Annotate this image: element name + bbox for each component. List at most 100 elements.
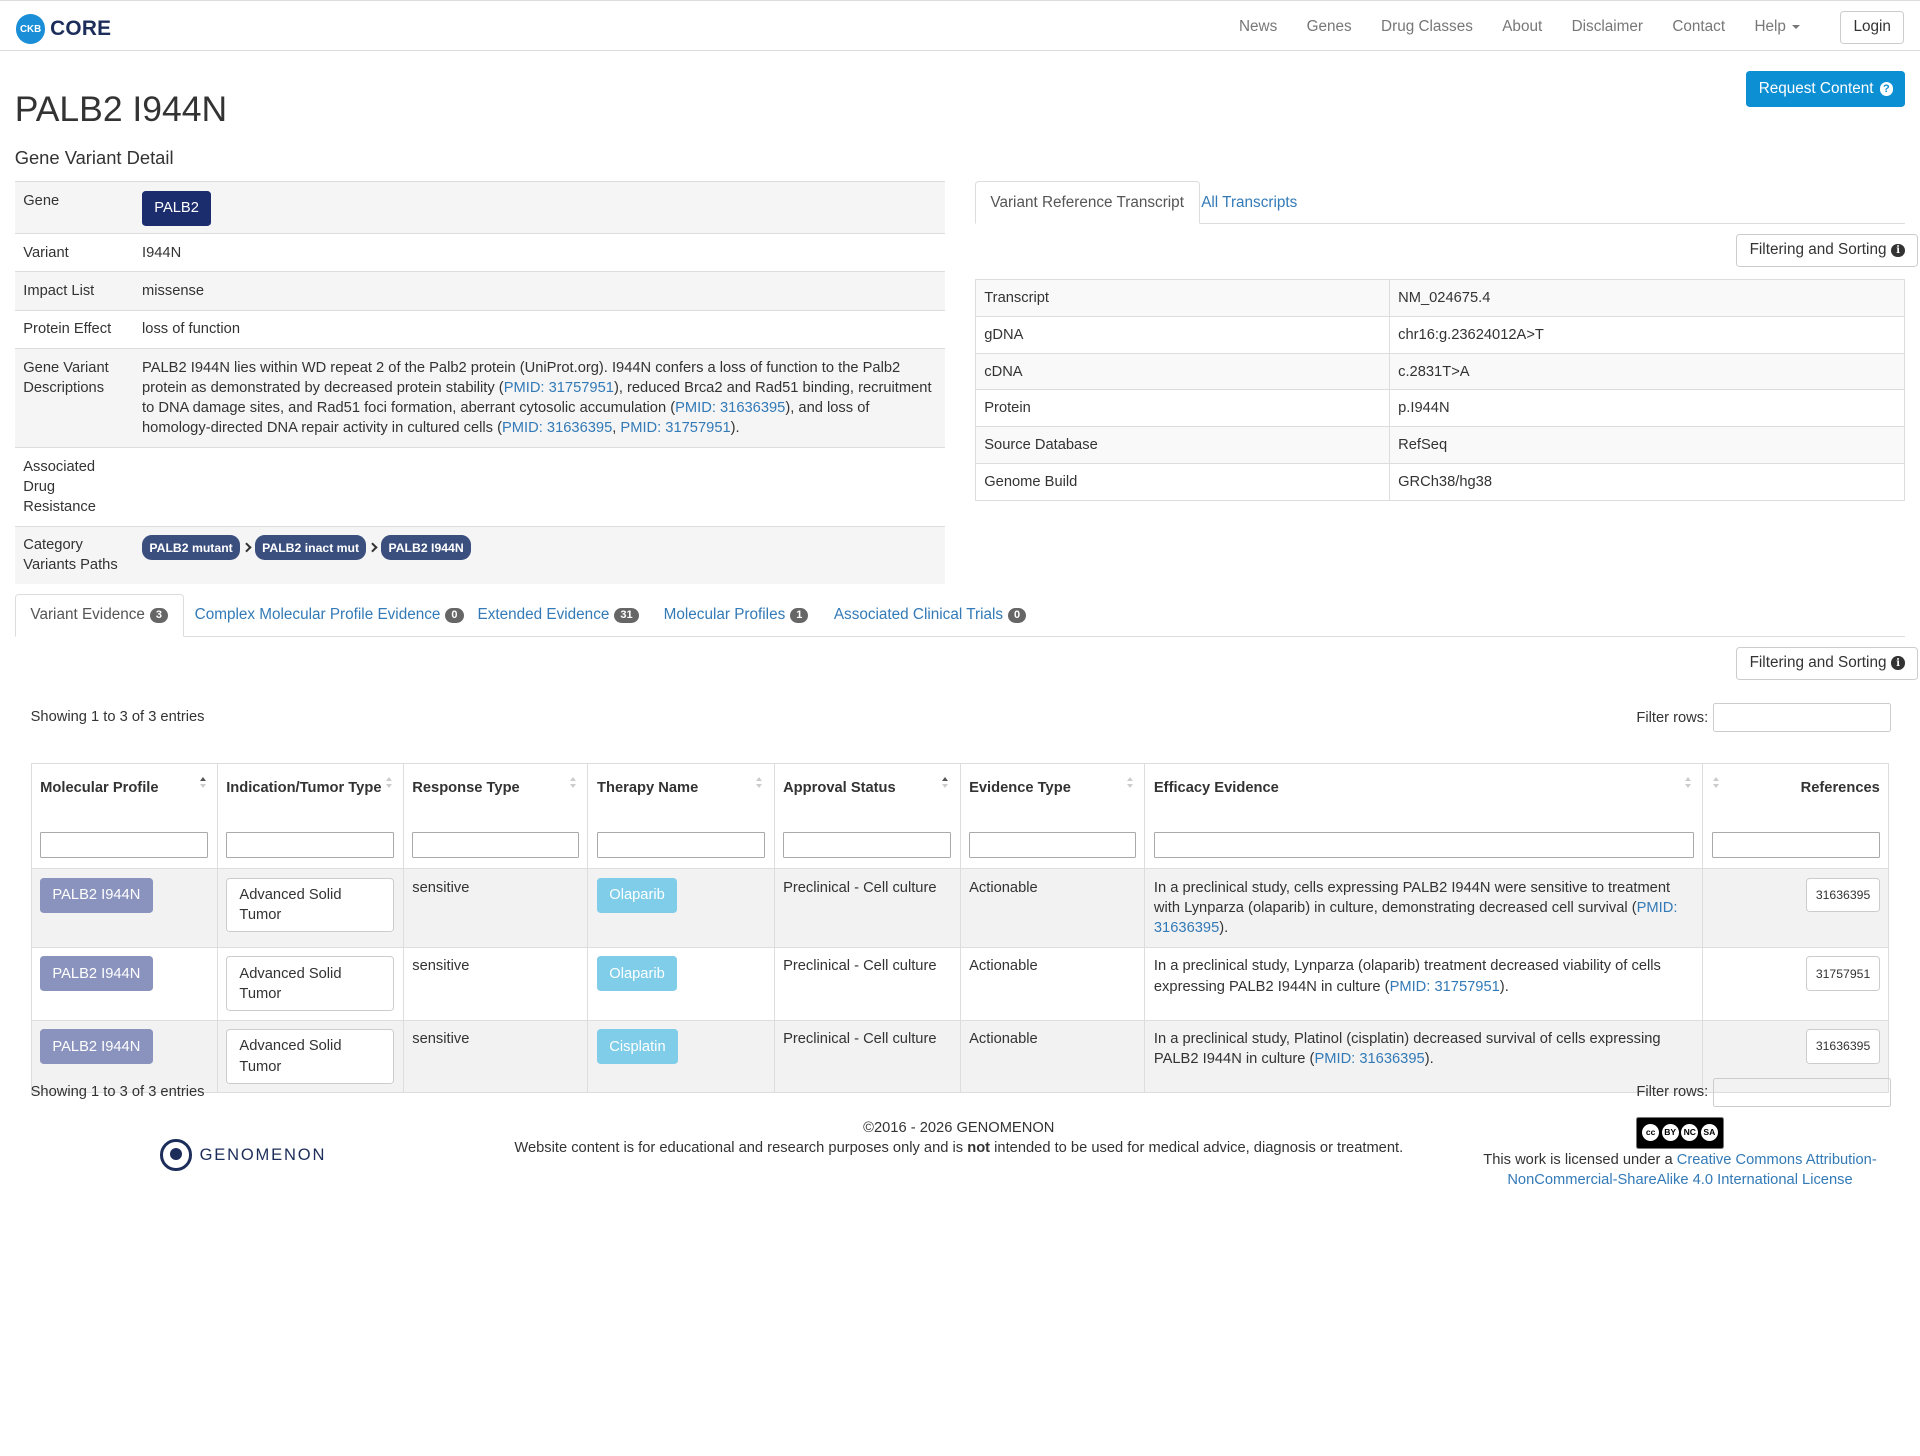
- tab-molecular-profiles[interactable]: Molecular Profiles 1: [649, 594, 823, 637]
- table-row: PALB2 I944N Advanced Solid Tumor sensiti…: [30, 868, 1890, 948]
- detail-row-protein-effect: Protein Effect loss of function: [14, 309, 946, 349]
- gene-variant-description: PALB2 I944N lies within WD repeat 2 of t…: [133, 348, 946, 448]
- tab-label: Associated Clinical Trials: [833, 606, 1004, 624]
- column-header-molecular-profile[interactable]: Molecular Profile: [30, 762, 218, 813]
- nav-link-news[interactable]: News: [1224, 18, 1292, 36]
- transcript-row: Source Database RefSeq: [974, 426, 1906, 464]
- filter-rows-label: Filter rows:: [1636, 709, 1709, 726]
- ckb-logo-icon: CKB: [15, 14, 46, 44]
- detail-row-associated-drug-resistance: Associated Drug Resistance: [14, 446, 946, 527]
- disclaimer-bold: not: [967, 1139, 991, 1156]
- request-content-button[interactable]: Request Content ?: [1746, 71, 1906, 107]
- column-filter-row: [30, 812, 1890, 870]
- column-filter-input[interactable]: [226, 831, 395, 858]
- therapy-button[interactable]: Olaparib: [597, 877, 678, 913]
- brand-logo[interactable]: CKB CORE: [15, 14, 111, 44]
- description-text: ).: [730, 420, 740, 437]
- transcript-filter-sort-button[interactable]: Filtering and Sorting i: [1736, 233, 1919, 267]
- column-header-response-type[interactable]: Response Type: [402, 762, 589, 813]
- tab-all-transcripts[interactable]: All Transcripts: [1187, 181, 1312, 224]
- login-button[interactable]: Login: [1840, 10, 1905, 44]
- column-filter-input[interactable]: [40, 831, 209, 858]
- pmid-link[interactable]: PMID: 31757951: [620, 420, 730, 436]
- tab-extended-evidence[interactable]: Extended Evidence 31: [463, 594, 654, 637]
- transcript-label: Source Database: [974, 426, 1390, 464]
- indication-button[interactable]: Advanced Solid Tumor: [226, 1029, 395, 1084]
- column-filter-input[interactable]: [969, 831, 1136, 858]
- tab-associated-clinical-trials[interactable]: Associated Clinical Trials 0: [819, 594, 1041, 637]
- transcript-row: gDNA chr16:g.23624012A>T: [974, 315, 1906, 354]
- nav-link-genes[interactable]: Genes: [1292, 18, 1366, 36]
- transcript-value: chr16:g.23624012A>T: [1388, 315, 1906, 354]
- count-badge: 1: [790, 608, 809, 623]
- molecular-profile-button[interactable]: PALB2 I944N: [40, 877, 153, 913]
- path-pill[interactable]: PALB2 inact mut: [254, 535, 367, 561]
- nav-help-dropdown[interactable]: Help: [1740, 18, 1815, 36]
- count-badge: 0: [445, 608, 464, 623]
- detail-label: Associated Drug Resistance: [14, 446, 134, 527]
- gene-button[interactable]: PALB2: [142, 190, 212, 226]
- transcript-row: cDNA c.2831T>A: [974, 352, 1906, 391]
- nav-link-about[interactable]: About: [1488, 18, 1557, 36]
- molecular-profile-button[interactable]: PALB2 I944N: [40, 956, 153, 992]
- approval-status: Preclinical - Cell culture: [773, 1019, 961, 1094]
- column-header-efficacy-evidence[interactable]: Efficacy Evidence: [1144, 762, 1704, 813]
- cc-glyph: cc: [1642, 1124, 1660, 1142]
- efficacy-text: In a preclinical study, cells expressing…: [1153, 879, 1671, 916]
- column-filter-input[interactable]: [412, 831, 579, 858]
- reference-button[interactable]: 31757951: [1806, 956, 1880, 991]
- column-filter-input[interactable]: [1153, 831, 1694, 858]
- nav-link-disclaimer[interactable]: Disclaimer: [1557, 18, 1658, 36]
- pmid-link[interactable]: PMID: 31636395: [675, 400, 785, 416]
- info-circle-icon: i: [1891, 243, 1905, 258]
- column-filter-input[interactable]: [1711, 831, 1880, 858]
- efficacy-evidence: In a preclinical study, cells expressing…: [1144, 868, 1704, 948]
- path-pill[interactable]: PALB2 I944N: [381, 535, 472, 561]
- column-header-approval-status[interactable]: Approval Status: [773, 762, 961, 813]
- info-circle-icon: i: [1891, 656, 1905, 670]
- evidence-filter-sort-button[interactable]: Filtering and Sorting i: [1736, 646, 1919, 680]
- column-header-evidence-type[interactable]: Evidence Type: [959, 762, 1146, 813]
- pmid-link[interactable]: PMID: 31636395: [1314, 1051, 1424, 1067]
- creative-commons-badge-icon[interactable]: cc BY NC SA: [1635, 1116, 1725, 1149]
- column-header-therapy-name[interactable]: Therapy Name: [587, 762, 775, 813]
- molecular-profile-button[interactable]: PALB2 I944N: [40, 1029, 153, 1065]
- reference-button[interactable]: 31636395: [1806, 877, 1880, 913]
- nav-link-contact[interactable]: Contact: [1658, 18, 1740, 36]
- showing-entries-bottom: Showing 1 to 3 of 3 entries: [30, 1083, 205, 1100]
- detail-row-variant: Variant I944N: [14, 233, 946, 272]
- detail-row-category-paths: Category Variants Paths PALB2 mutant PALB…: [14, 525, 946, 585]
- column-filter-input[interactable]: [783, 831, 951, 858]
- pmid-link[interactable]: PMID: 31636395: [502, 420, 612, 436]
- response-type: sensitive: [402, 946, 589, 1021]
- indication-button[interactable]: Advanced Solid Tumor: [226, 877, 395, 933]
- column-header-label: Indication/Tumor Type: [226, 780, 382, 797]
- sort-icon: [385, 776, 393, 789]
- column-header-references[interactable]: References: [1702, 762, 1890, 813]
- indication-button[interactable]: Advanced Solid Tumor: [226, 956, 395, 1012]
- chevron-right-icon: [367, 542, 378, 553]
- filter-rows-input[interactable]: [1713, 702, 1891, 733]
- pmid-link[interactable]: PMID: 31757951: [1390, 979, 1500, 995]
- column-header-indication[interactable]: Indication/Tumor Type: [216, 762, 404, 813]
- filter-rows-input[interactable]: [1713, 1077, 1891, 1107]
- pmid-link[interactable]: PMID: 31757951: [504, 380, 614, 396]
- detail-label: Variant: [14, 233, 134, 272]
- genomenon-logo-text: GENOMENON: [199, 1144, 327, 1164]
- column-filter-input[interactable]: [597, 831, 765, 858]
- disclaimer-text: intended to be used for medical advice, …: [990, 1139, 1404, 1156]
- tab-variant-reference-transcript[interactable]: Variant Reference Transcript: [974, 181, 1200, 225]
- top-navbar: CKB CORE News Genes Drug Classes About D…: [0, 0, 1920, 52]
- therapy-button[interactable]: Olaparib: [597, 956, 678, 992]
- tab-complex-molecular-profile-evidence[interactable]: Complex Molecular Profile Evidence 0: [180, 594, 478, 637]
- genomenon-logo[interactable]: GENOMENON: [160, 1138, 327, 1171]
- nav-link-drug-classes[interactable]: Drug Classes: [1366, 18, 1487, 36]
- path-pill[interactable]: PALB2 mutant: [142, 535, 241, 561]
- reference-button[interactable]: 31636395: [1806, 1029, 1880, 1064]
- therapy-button[interactable]: Cisplatin: [597, 1029, 678, 1065]
- evidence-type: Actionable: [959, 868, 1146, 948]
- cc-glyph: BY: [1661, 1124, 1679, 1142]
- table-row: PALB2 I944N Advanced Solid Tumor sensiti…: [30, 946, 1890, 1021]
- tab-variant-evidence[interactable]: Variant Evidence 3: [14, 593, 184, 637]
- gene-variant-detail-table: Gene PALB2 Variant I944N Impact List mis…: [14, 181, 946, 585]
